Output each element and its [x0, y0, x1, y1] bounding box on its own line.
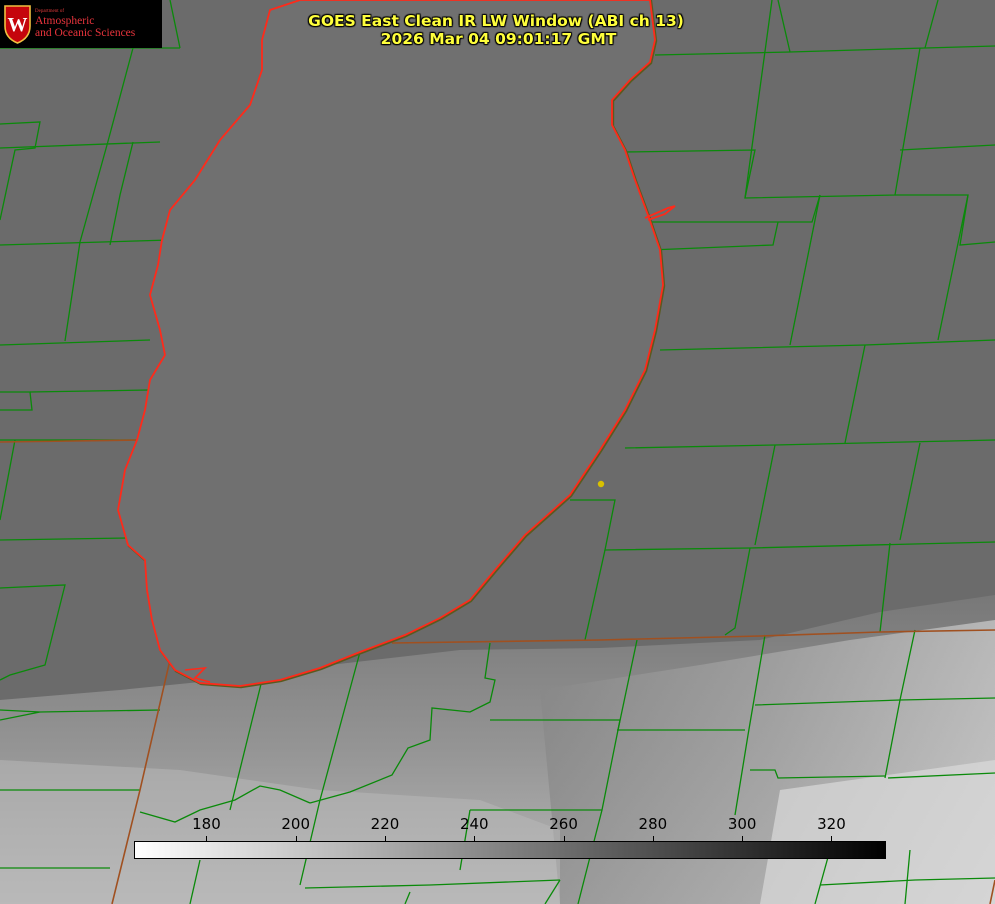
- colorbar-tick-mark: [742, 836, 743, 841]
- colorbar-tick-mark: [385, 836, 386, 841]
- colorbar-tick-label: 180: [192, 815, 221, 833]
- location-marker: [597, 480, 605, 488]
- colorbar-tick-label: 240: [459, 815, 489, 833]
- colorbar-tick-mark: [564, 836, 565, 841]
- colorbar-tick-mark: [296, 836, 297, 841]
- image-title: GOES East Clean IR LW Window (ABI ch 13)…: [0, 12, 995, 48]
- colorbar: [134, 841, 886, 859]
- colorbar-tick-label: 320: [817, 815, 846, 833]
- title-product: GOES East Clean IR LW Window (ABI ch 13): [308, 12, 684, 30]
- title-timestamp: 2026 Mar 04 09:01:17 GMT: [380, 30, 617, 48]
- colorbar-tick-label: 200: [281, 815, 311, 833]
- colorbar-tick-label: 300: [727, 815, 757, 833]
- colorbar-tick-mark: [831, 836, 832, 841]
- colorbar-tick-label: 220: [370, 815, 400, 833]
- satellite-map: [0, 0, 995, 904]
- colorbar-tick-mark: [474, 836, 475, 841]
- colorbar-tick-mark: [206, 836, 207, 841]
- colorbar-tick-label: 260: [549, 815, 578, 833]
- colorbar-tick-label: 280: [638, 815, 668, 833]
- colorbar-tick-mark: [653, 836, 654, 841]
- satellite-image-viewer: W Department of Atmospheric and Oceanic …: [0, 0, 995, 904]
